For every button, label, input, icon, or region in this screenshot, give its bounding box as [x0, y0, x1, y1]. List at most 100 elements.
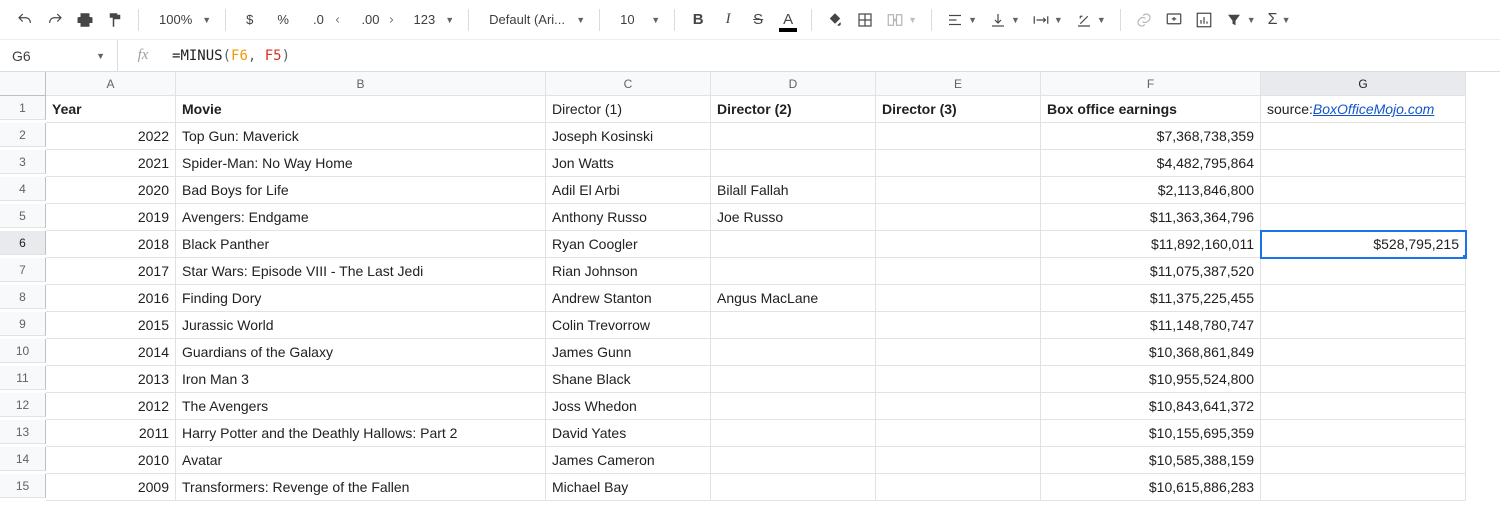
increase-decimal-button[interactable]: .00 — [351, 6, 399, 34]
cell-G12[interactable] — [1261, 393, 1466, 420]
cell-C3[interactable]: Jon Watts — [546, 150, 711, 177]
cell-B4[interactable]: Bad Boys for Life — [176, 177, 546, 204]
cell-G11[interactable] — [1261, 366, 1466, 393]
borders-button[interactable] — [852, 6, 878, 34]
row-header-14[interactable]: 14 — [0, 447, 46, 471]
column-header-E[interactable]: E — [876, 72, 1041, 96]
cell-D9[interactable] — [711, 312, 876, 339]
cell-G6[interactable]: $528,795,215 — [1261, 231, 1466, 258]
cell-B8[interactable]: Finding Dory — [176, 285, 546, 312]
cell-C5[interactable]: Anthony Russo — [546, 204, 711, 231]
cell-F10[interactable]: $10,368,861,849 — [1041, 339, 1261, 366]
cell-D14[interactable] — [711, 447, 876, 474]
cell-A11[interactable]: 2013 — [46, 366, 176, 393]
italic-button[interactable]: I — [715, 6, 741, 34]
cell-G7[interactable] — [1261, 258, 1466, 285]
cell-A4[interactable]: 2020 — [46, 177, 176, 204]
cell-G13[interactable] — [1261, 420, 1466, 447]
text-wrap-dropdown[interactable]: ▼ — [1028, 6, 1067, 34]
cell-G10[interactable] — [1261, 339, 1466, 366]
cell-D11[interactable] — [711, 366, 876, 393]
column-header-G[interactable]: G — [1261, 72, 1466, 96]
column-header-F[interactable]: F — [1041, 72, 1261, 96]
format-currency-button[interactable]: $ — [236, 6, 263, 34]
cell-A5[interactable]: 2019 — [46, 204, 176, 231]
cell-B10[interactable]: Guardians of the Galaxy — [176, 339, 546, 366]
row-header-4[interactable]: 4 — [0, 177, 46, 201]
column-header-D[interactable]: D — [711, 72, 876, 96]
cell-E8[interactable] — [876, 285, 1041, 312]
fill-color-button[interactable] — [822, 6, 848, 34]
row-header-15[interactable]: 15 — [0, 474, 46, 498]
cell-B11[interactable]: Iron Man 3 — [176, 366, 546, 393]
column-header-C[interactable]: C — [546, 72, 711, 96]
row-header-9[interactable]: 9 — [0, 312, 46, 336]
row-header-13[interactable]: 13 — [0, 420, 46, 444]
cell-A15[interactable]: 2009 — [46, 474, 176, 501]
cell-F9[interactable]: $11,148,780,747 — [1041, 312, 1261, 339]
horizontal-align-dropdown[interactable]: ▼ — [942, 6, 981, 34]
cell-C10[interactable]: James Gunn — [546, 339, 711, 366]
cell-D6[interactable] — [711, 231, 876, 258]
cell-G5[interactable] — [1261, 204, 1466, 231]
cell-F14[interactable]: $10,585,388,159 — [1041, 447, 1261, 474]
cell-B2[interactable]: Top Gun: Maverick — [176, 123, 546, 150]
print-button[interactable] — [72, 6, 98, 34]
cell-F4[interactable]: $2,113,846,800 — [1041, 177, 1261, 204]
cell-D12[interactable] — [711, 393, 876, 420]
cell-A10[interactable]: 2014 — [46, 339, 176, 366]
font-size-dropdown[interactable]: 10▼ — [610, 6, 664, 34]
source-link[interactable]: BoxOfficeMojo.com — [1313, 101, 1434, 117]
cell-E5[interactable] — [876, 204, 1041, 231]
cell-E3[interactable] — [876, 150, 1041, 177]
cell-E2[interactable] — [876, 123, 1041, 150]
cell-A13[interactable]: 2011 — [46, 420, 176, 447]
cell-E7[interactable] — [876, 258, 1041, 285]
row-header-2[interactable]: 2 — [0, 123, 46, 147]
cell-G14[interactable] — [1261, 447, 1466, 474]
cell-C8[interactable]: Andrew Stanton — [546, 285, 711, 312]
cell-C1[interactable]: Director (1) — [546, 96, 711, 123]
bold-button[interactable]: B — [685, 6, 711, 34]
cell-F5[interactable]: $11,363,364,796 — [1041, 204, 1261, 231]
cell-E9[interactable] — [876, 312, 1041, 339]
cell-E11[interactable] — [876, 366, 1041, 393]
row-header-1[interactable]: 1 — [0, 96, 46, 120]
cell-C14[interactable]: James Cameron — [546, 447, 711, 474]
cell-G2[interactable] — [1261, 123, 1466, 150]
cell-F7[interactable]: $11,075,387,520 — [1041, 258, 1261, 285]
column-header-A[interactable]: A — [46, 72, 176, 96]
cell-E6[interactable] — [876, 231, 1041, 258]
row-header-6[interactable]: 6 — [0, 231, 46, 255]
formula-input[interactable]: =MINUS(F6, F5) — [168, 48, 1500, 64]
cell-C2[interactable]: Joseph Kosinski — [546, 123, 711, 150]
cell-C6[interactable]: Ryan Coogler — [546, 231, 711, 258]
cell-E12[interactable] — [876, 393, 1041, 420]
cell-C4[interactable]: Adil El Arbi — [546, 177, 711, 204]
cell-F12[interactable]: $10,843,641,372 — [1041, 393, 1261, 420]
cell-F11[interactable]: $10,955,524,800 — [1041, 366, 1261, 393]
strikethrough-button[interactable]: S — [745, 6, 771, 34]
cell-A12[interactable]: 2012 — [46, 393, 176, 420]
cell-B7[interactable]: Star Wars: Episode VIII - The Last Jedi — [176, 258, 546, 285]
insert-chart-button[interactable] — [1191, 6, 1217, 34]
cell-C7[interactable]: Rian Johnson — [546, 258, 711, 285]
row-header-8[interactable]: 8 — [0, 285, 46, 309]
cell-C12[interactable]: Joss Whedon — [546, 393, 711, 420]
cell-G9[interactable] — [1261, 312, 1466, 339]
filter-button[interactable]: ▼ — [1221, 6, 1260, 34]
cell-B3[interactable]: Spider-Man: No Way Home — [176, 150, 546, 177]
row-header-10[interactable]: 10 — [0, 339, 46, 363]
cell-A9[interactable]: 2015 — [46, 312, 176, 339]
cell-E14[interactable] — [876, 447, 1041, 474]
row-header-3[interactable]: 3 — [0, 150, 46, 174]
cell-D7[interactable] — [711, 258, 876, 285]
cell-E4[interactable] — [876, 177, 1041, 204]
cell-C15[interactable]: Michael Bay — [546, 474, 711, 501]
cell-E1[interactable]: Director (3) — [876, 96, 1041, 123]
cell-B12[interactable]: The Avengers — [176, 393, 546, 420]
more-formats-dropdown[interactable]: 123▼ — [404, 6, 459, 34]
row-header-12[interactable]: 12 — [0, 393, 46, 417]
cell-D3[interactable] — [711, 150, 876, 177]
cell-G4[interactable] — [1261, 177, 1466, 204]
